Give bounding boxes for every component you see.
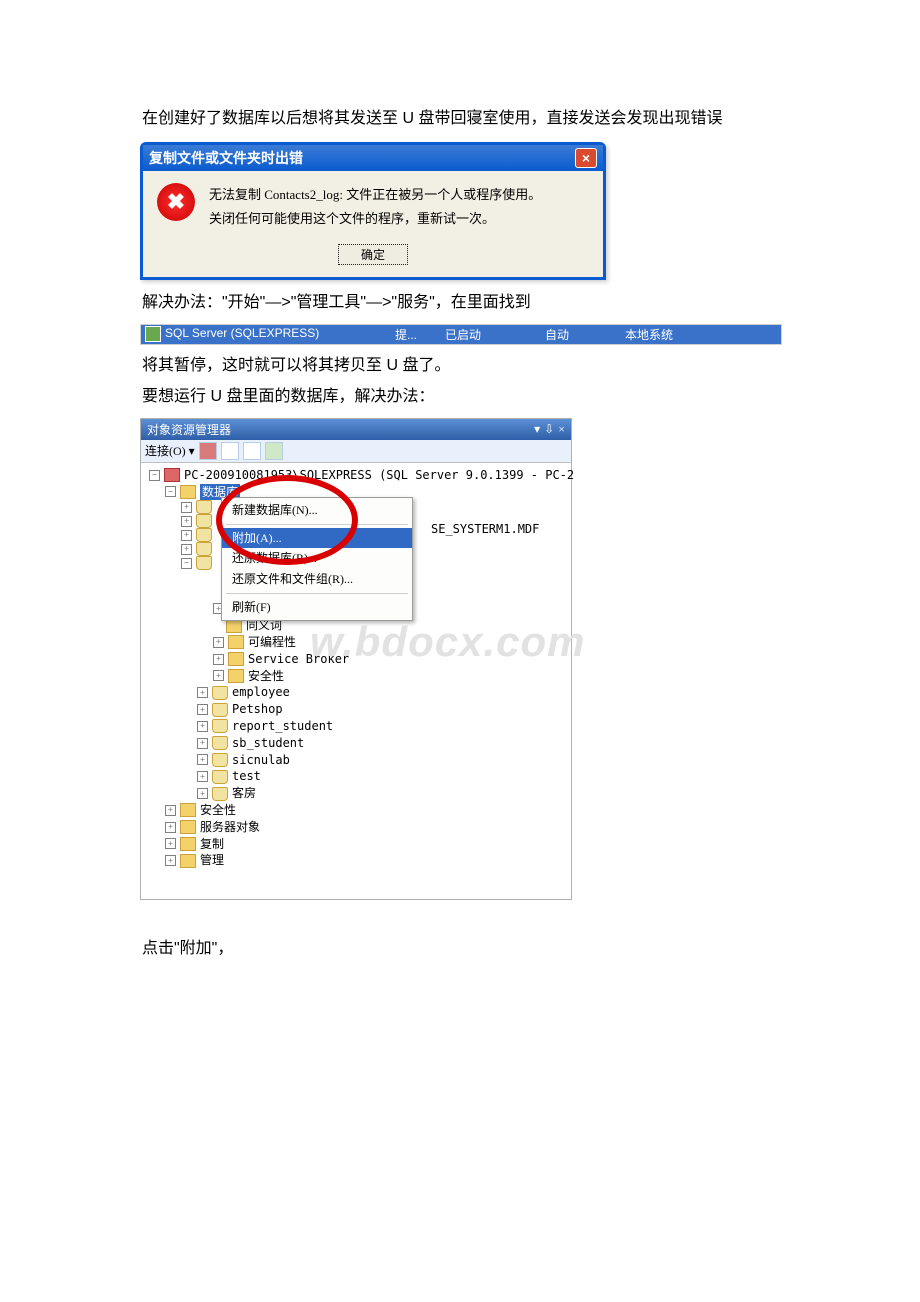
panel-pin-icon[interactable]: ⇩ bbox=[544, 422, 554, 437]
db-icon bbox=[212, 787, 228, 801]
object-explorer-toolbar: 连接(O) ▾ bbox=[141, 440, 571, 463]
error-dialog: 复制文件或文件夹时出错 × ✖ 无法复制 Contacts2_log: 文件正在… bbox=[140, 142, 606, 280]
paragraph-run-usb: 要想运行 U 盘里面的数据库，解决办法： bbox=[110, 384, 860, 410]
db-icon bbox=[212, 753, 228, 767]
object-explorer-panel: 对象资源管理器 ▾ ⇩ × 连接(O) ▾ −PC-200910081953\S… bbox=[140, 418, 572, 900]
solution-paragraph-1: 解决办法："开始"—>"管理工具"—>"服务"，在里面找到 bbox=[110, 290, 860, 316]
folder-icon bbox=[180, 854, 196, 868]
toolbar-button-1[interactable] bbox=[199, 442, 217, 460]
object-explorer-titlebar: 对象资源管理器 ▾ ⇩ × bbox=[141, 419, 571, 440]
db-icon bbox=[196, 500, 212, 514]
node-test[interactable]: test bbox=[232, 768, 261, 785]
db-icon bbox=[196, 556, 212, 570]
node-replication[interactable]: 复制 bbox=[200, 836, 224, 853]
paragraph-click-attach: 点击"附加"， bbox=[110, 936, 860, 962]
folder-icon bbox=[228, 635, 244, 649]
service-status: 已启动 bbox=[445, 326, 545, 343]
ctx-restore-db[interactable]: 还原数据库(R)... bbox=[222, 548, 412, 569]
service-name: SQL Server (SQLEXPRESS) bbox=[165, 326, 395, 343]
folder-icon bbox=[180, 803, 196, 817]
service-icon bbox=[145, 326, 161, 342]
ctx-refresh[interactable]: 刷新(F) bbox=[222, 597, 412, 618]
side-file-label: SE_SYSTERM1.MDF bbox=[431, 521, 539, 538]
intro-paragraph: 在创建好了数据库以后想将其发送至 U 盘带回寝室使用，直接发送会发现出现错误 bbox=[110, 106, 860, 132]
dialog-close-button[interactable]: × bbox=[575, 148, 597, 168]
node-report[interactable]: report_student bbox=[232, 718, 333, 735]
node-prog[interactable]: 可编程性 bbox=[248, 634, 296, 651]
service-logon: 本地系统 bbox=[625, 326, 673, 343]
dialog-titlebar: 复制文件或文件夹时出错 × bbox=[143, 145, 603, 171]
panel-close-icon[interactable]: × bbox=[558, 422, 565, 437]
node-petshop[interactable]: Petshop bbox=[232, 701, 283, 718]
object-explorer-title: 对象资源管理器 bbox=[147, 421, 231, 438]
toolbar-button-4[interactable] bbox=[265, 442, 283, 460]
service-row-selected[interactable]: SQL Server (SQLEXPRESS) 提... 已启动 自动 本地系统 bbox=[141, 325, 781, 344]
services-list: SQL Server (SQLEXPRESS) 提... 已启动 自动 本地系统 bbox=[140, 324, 782, 345]
node-employee[interactable]: employee bbox=[232, 684, 290, 701]
folder-icon bbox=[180, 820, 196, 834]
error-icon: ✖ bbox=[157, 183, 195, 221]
toolbar-button-3[interactable] bbox=[243, 442, 261, 460]
panel-dropdown-icon[interactable]: ▾ bbox=[534, 422, 540, 437]
ctx-new-database[interactable]: 新建数据库(N)... bbox=[222, 500, 412, 521]
db-icon bbox=[212, 719, 228, 733]
db-icon bbox=[212, 686, 228, 700]
dialog-title: 复制文件或文件夹时出错 bbox=[149, 148, 303, 168]
folder-icon bbox=[228, 669, 244, 683]
server-node[interactable]: PC-200910081953\SQLEXPRESS (SQL Server 9… bbox=[184, 467, 574, 484]
db-icon bbox=[196, 514, 212, 528]
connect-button[interactable]: 连接(O) ▾ bbox=[145, 442, 195, 459]
ctx-restore-files[interactable]: 还原文件和文件组(R)... bbox=[222, 569, 412, 590]
dialog-message-1: 无法复制 Contacts2_log: 文件正在被另一个人或程序使用。 bbox=[209, 183, 541, 208]
db-icon bbox=[196, 528, 212, 542]
node-room[interactable]: 客房 bbox=[232, 785, 256, 802]
service-desc: 提... bbox=[395, 326, 445, 343]
node-serverobj[interactable]: 服务器对象 bbox=[200, 819, 260, 836]
node-sb[interactable]: sb_student bbox=[232, 735, 304, 752]
dialog-message-2: 关闭任何可能使用这个文件的程序，重新试一次。 bbox=[209, 207, 541, 232]
context-menu: 新建数据库(N)... 附加(A)... 还原数据库(R)... 还原文件和文件… bbox=[221, 497, 413, 621]
dialog-ok-button[interactable]: 确定 bbox=[338, 244, 408, 265]
object-tree: −PC-200910081953\SQLEXPRESS (SQL Server … bbox=[141, 463, 571, 899]
node-sicnulab[interactable]: sicnulab bbox=[232, 752, 290, 769]
node-security-inner[interactable]: 安全性 bbox=[248, 668, 284, 685]
paragraph-pause: 将其暂停，这时就可以将其拷贝至 U 盘了。 bbox=[110, 353, 860, 379]
service-startup: 自动 bbox=[545, 326, 625, 343]
server-icon bbox=[164, 468, 180, 482]
toolbar-button-2[interactable] bbox=[221, 442, 239, 460]
node-management[interactable]: 管理 bbox=[200, 852, 224, 869]
ctx-attach[interactable]: 附加(A)... bbox=[222, 528, 412, 549]
folder-icon bbox=[228, 652, 244, 666]
db-icon bbox=[196, 542, 212, 556]
db-icon bbox=[212, 770, 228, 784]
node-security[interactable]: 安全性 bbox=[200, 802, 236, 819]
node-broker[interactable]: Service Broker bbox=[248, 651, 349, 668]
folder-icon bbox=[180, 837, 196, 851]
db-icon bbox=[212, 703, 228, 717]
db-icon bbox=[212, 736, 228, 750]
folder-icon bbox=[180, 485, 196, 499]
